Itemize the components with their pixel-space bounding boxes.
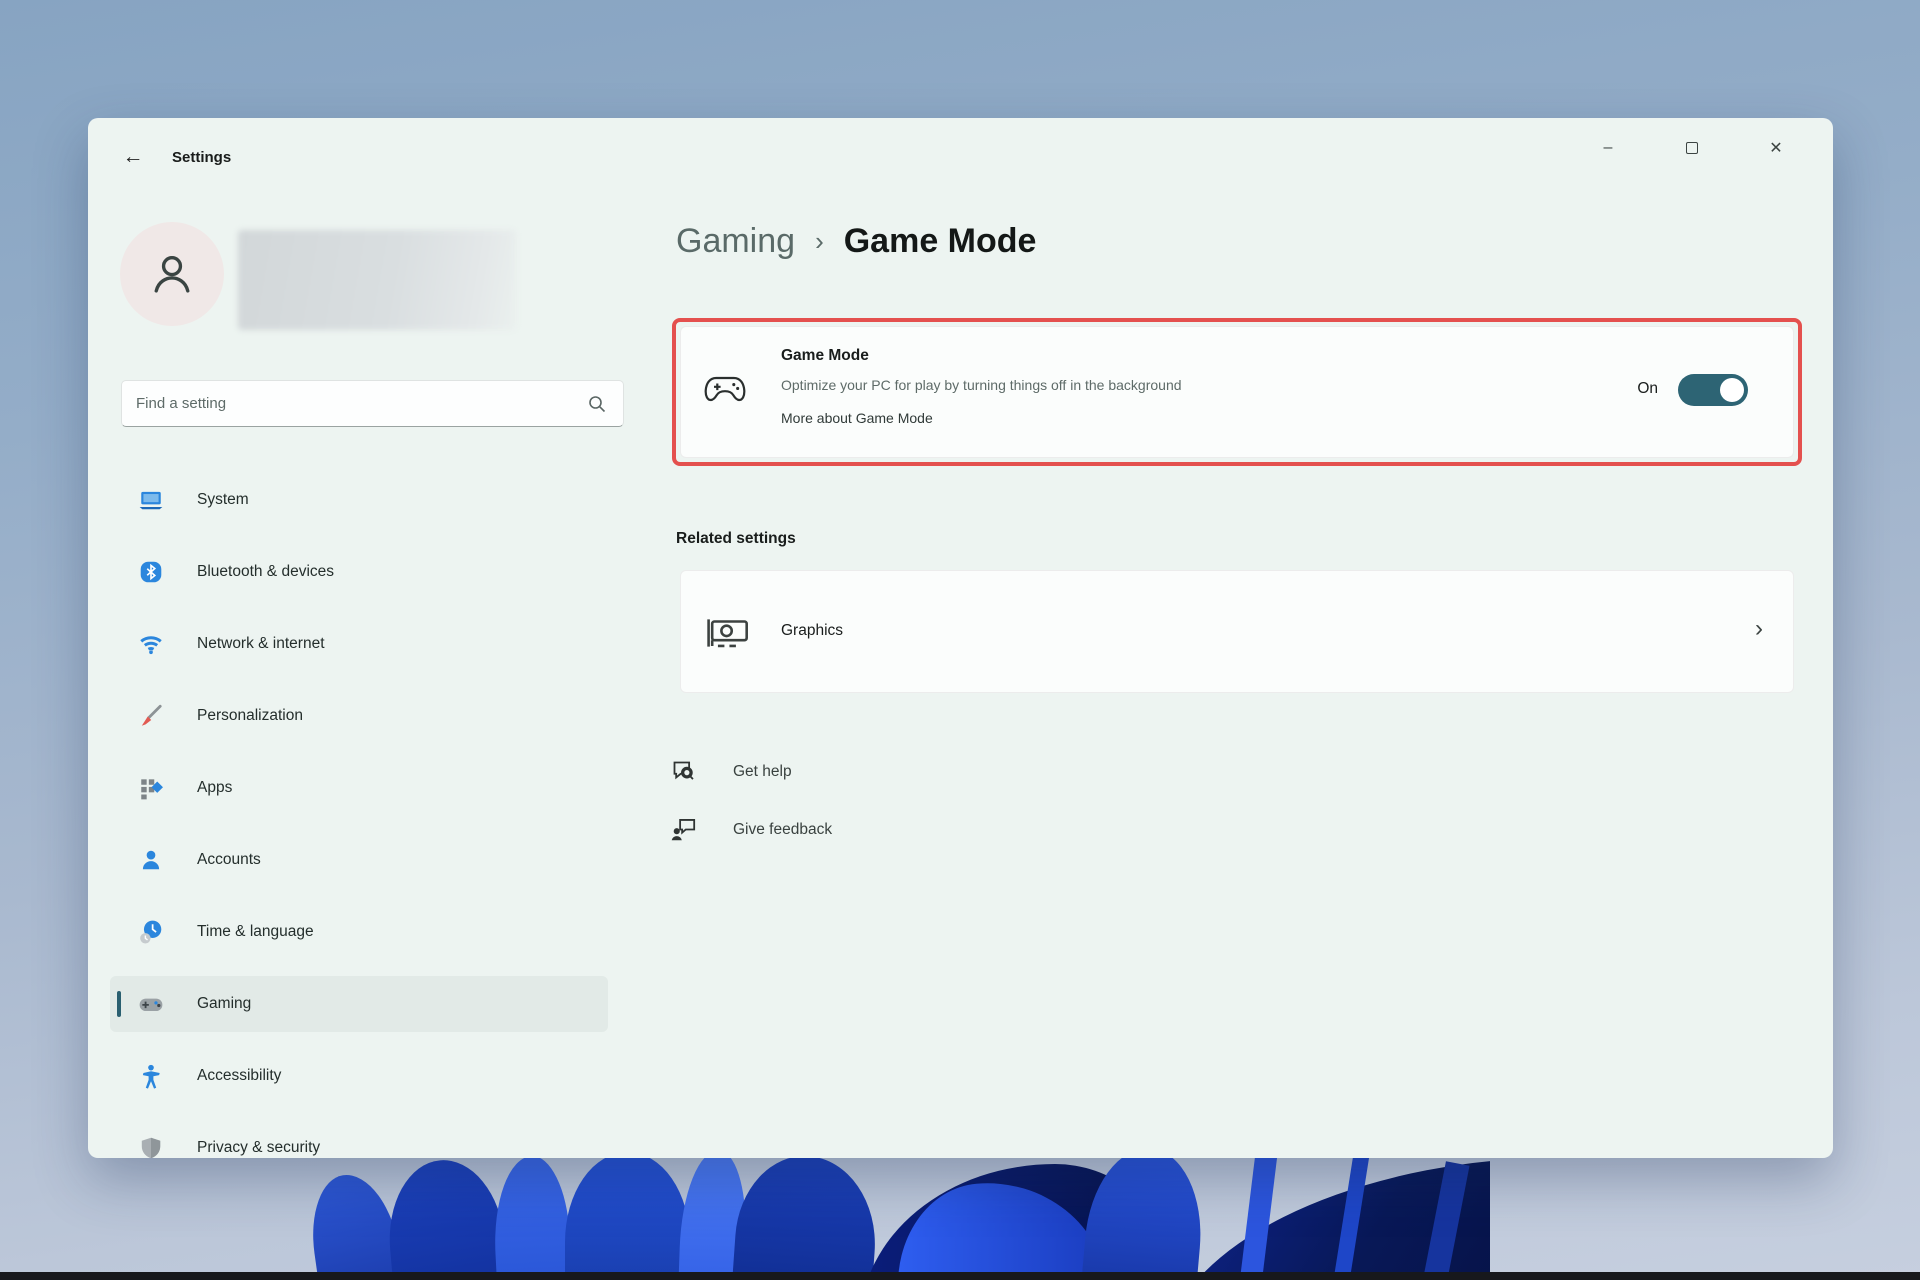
person-icon: [145, 247, 199, 301]
sidebar-item-label: Time & language: [197, 923, 314, 941]
red-highlight-annotation: [672, 318, 1802, 466]
sidebar-item-bluetooth-devices[interactable]: Bluetooth & devices: [110, 544, 608, 600]
sidebar-item-privacy-security[interactable]: Privacy & security: [110, 1120, 608, 1158]
clock-icon: [138, 919, 164, 945]
bluetooth-icon: [138, 559, 164, 585]
sidebar-item-accounts[interactable]: Accounts: [110, 832, 608, 888]
sidebar-item-accessibility[interactable]: Accessibility: [110, 1048, 608, 1104]
give-feedback-icon: [670, 816, 697, 843]
give-feedback-link[interactable]: Give feedback: [670, 816, 832, 843]
window-controls: – ✕: [1587, 132, 1797, 164]
desktop: { "titlebar": { "back_glyph": "←", "titl…: [0, 0, 1920, 1280]
sidebar-item-label: Accounts: [197, 851, 261, 869]
bloom-petal: [1077, 1148, 1208, 1280]
gamepad-icon: [138, 991, 164, 1017]
accounts-people-icon: [138, 847, 164, 873]
shield-icon: [138, 1135, 164, 1158]
minimize-button[interactable]: –: [1587, 132, 1629, 164]
give-feedback-label: Give feedback: [733, 821, 832, 839]
accessibility-person-icon: [138, 1063, 164, 1089]
chevron-right-icon: ›: [1755, 615, 1763, 643]
bloom-petal: [383, 1155, 512, 1280]
sidebar-item-label: Personalization: [197, 707, 303, 725]
window-title: Settings: [172, 149, 231, 166]
graphics-settings-row[interactable]: Graphics ›: [680, 570, 1794, 693]
sidebar-item-label: System: [197, 491, 249, 509]
graphics-gpu-icon: [705, 615, 751, 651]
sidebar-item-gaming[interactable]: Gaming: [110, 976, 608, 1032]
sidebar-item-time-language[interactable]: Time & language: [110, 904, 608, 960]
minimize-icon: –: [1604, 139, 1613, 157]
sidebar-item-label: Apps: [197, 779, 232, 797]
sidebar-item-label: Gaming: [197, 995, 251, 1013]
breadcrumb-chevron-icon: ›: [815, 226, 824, 257]
get-help-icon: [670, 758, 697, 785]
sidebar-nav: System Bluetooth & devices Network & int…: [110, 472, 608, 1158]
sidebar-item-system[interactable]: System: [110, 472, 608, 528]
back-arrow-icon: ←: [123, 145, 144, 168]
sidebar-item-apps[interactable]: Apps: [110, 760, 608, 816]
graphics-label: Graphics: [781, 622, 843, 640]
close-icon: ✕: [1769, 138, 1782, 158]
breadcrumb-gaming[interactable]: Gaming: [676, 222, 795, 261]
apps-grid-icon: [138, 775, 164, 801]
close-button[interactable]: ✕: [1755, 132, 1797, 164]
sidebar-item-label: Privacy & security: [197, 1139, 320, 1157]
bloom-petal: [565, 1152, 690, 1280]
sidebar-item-label: Accessibility: [197, 1067, 281, 1085]
maximize-icon: [1686, 142, 1698, 154]
maximize-button[interactable]: [1671, 132, 1713, 164]
sidebar-item-label: Bluetooth & devices: [197, 563, 334, 581]
system-icon: [138, 487, 164, 513]
user-name-redacted: [238, 230, 516, 330]
bloom-petal: [490, 1154, 574, 1280]
get-help-label: Get help: [733, 763, 792, 781]
get-help-link[interactable]: Get help: [670, 758, 792, 785]
sidebar-item-label: Network & internet: [197, 635, 325, 653]
sidebar-item-network-internet[interactable]: Network & internet: [110, 616, 608, 672]
breadcrumb: Gaming › Game Mode: [676, 222, 1036, 261]
back-button[interactable]: ←: [118, 142, 148, 172]
taskbar-edge: [0, 1272, 1920, 1280]
page-title: Game Mode: [844, 222, 1037, 261]
wifi-icon: [138, 631, 164, 657]
search-input[interactable]: [122, 395, 587, 412]
sidebar-item-personalization[interactable]: Personalization: [110, 688, 608, 744]
related-settings-heading: Related settings: [676, 530, 796, 548]
search-icon[interactable]: [587, 394, 607, 414]
settings-window: ← Settings – ✕ System Blue: [88, 118, 1833, 1158]
search-box: [121, 380, 624, 427]
wallpaper-bloom: [280, 1148, 1490, 1280]
avatar[interactable]: [120, 222, 224, 326]
brush-icon: [138, 703, 164, 729]
bloom-petal: [729, 1151, 881, 1280]
